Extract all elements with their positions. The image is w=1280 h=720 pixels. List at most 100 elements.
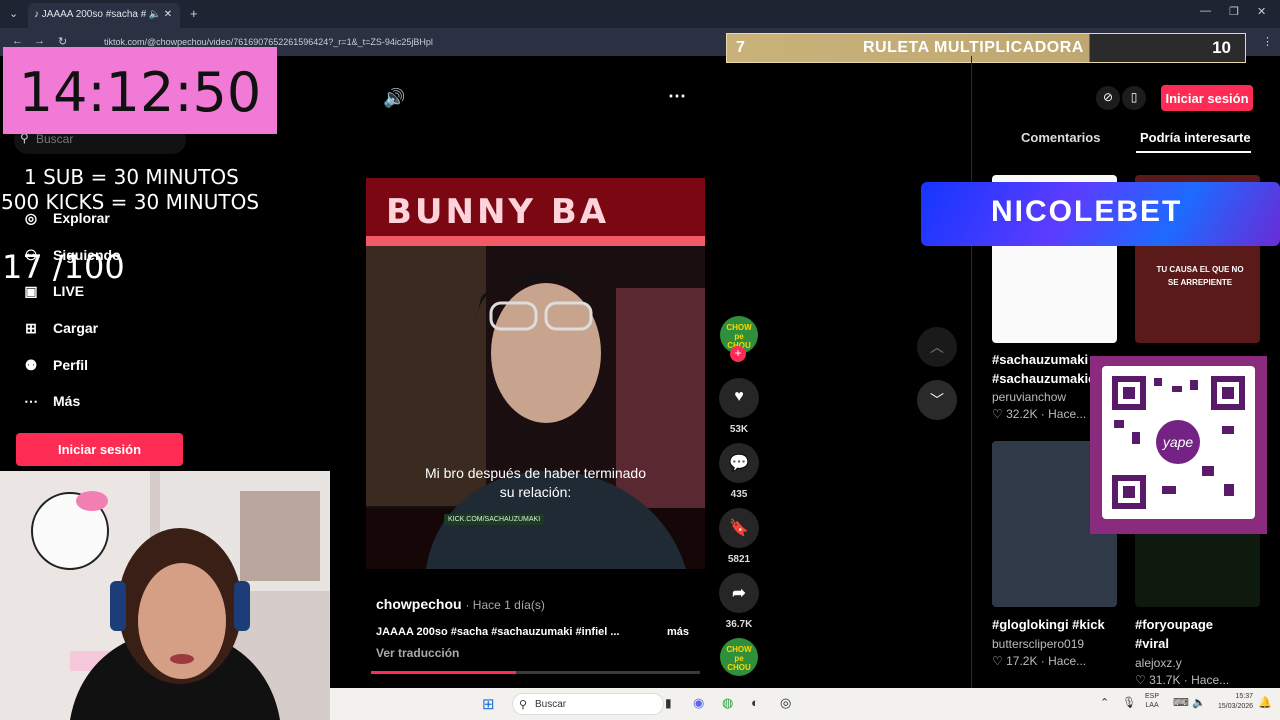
discord-icon[interactable]: ◉ (693, 695, 704, 711)
microphone-icon[interactable]: 🎙 (1122, 696, 1136, 709)
next-video-button[interactable]: ﹀ (917, 380, 957, 420)
video-author[interactable]: chowpechou · Hace 1 día(s) (376, 596, 545, 612)
video-description: JAAAA 200so #sacha #sachauzumaki #infiel… (376, 626, 620, 638)
task-view-icon[interactable]: ▮ (665, 696, 672, 710)
sidebar-item-perfil[interactable]: ⚉ Perfil (22, 357, 222, 381)
language-indicator[interactable]: ESP LAA (1145, 692, 1159, 710)
kick-tag: KICK.COM/SACHAUZUMAKI (444, 514, 545, 525)
sub-rule-text: 1 SUB = 30 MINUTOS (24, 165, 239, 189)
share-action[interactable]: ➦ 36.7K (719, 573, 759, 630)
chrome-icon[interactable]: ◍ (722, 695, 733, 711)
save-count: 5821 (727, 554, 751, 565)
network-icon[interactable]: ⌨ (1173, 696, 1189, 709)
windows-taskbar: ⊞ ⚲ Buscar ▮ ◉ ◍ ◐ ◎ ⌃ 🎙 ESP LAA ⌨ 🔈 15:3… (330, 688, 1280, 720)
windows-start-icon[interactable]: ⊞ (482, 695, 495, 713)
back-icon[interactable]: ← (12, 35, 23, 47)
more-dots-icon: ⋯ (24, 393, 38, 410)
obs-icon[interactable]: ◐ (751, 695, 759, 710)
volume-icon[interactable]: 🔊 (383, 88, 405, 109)
neon-sign: BUNNY BA (386, 192, 610, 232)
card-1-user[interactable]: peruvianchow (992, 390, 1066, 404)
phone-icon[interactable]: ▯ (1122, 86, 1146, 110)
nicolebet-banner: NICOLEBET (921, 182, 1280, 246)
lang-layout: LAA (1145, 702, 1159, 709)
card-3-tag-2[interactable]: #viral (1135, 636, 1169, 651)
save-action[interactable]: 🔖 5821 (719, 508, 759, 565)
card-1-tag-2[interactable]: #sachauzumakic (992, 371, 1095, 386)
browser-tab[interactable]: ♪ JAAAA 200so #sacha #sach 🔈 ✕ (28, 3, 180, 28)
volume-tray-icon[interactable]: 🔈 (1192, 696, 1206, 709)
sidebar-item-cargar[interactable]: ⊞ Cargar (22, 320, 222, 344)
comment-action[interactable]: 💬 435 (719, 443, 759, 500)
login-button[interactable]: Iniciar sesión (16, 433, 183, 466)
tab-title: JAAAA 200so #sacha #sach (41, 9, 146, 20)
card-2-tag[interactable]: #gloglokingi #kick (992, 617, 1105, 632)
share-icon[interactable]: ➦ (719, 573, 759, 613)
author-name[interactable]: chowpechou (376, 596, 462, 612)
active-tab-indicator (1136, 151, 1251, 153)
goal-counter: 17 /100 (2, 248, 125, 286)
video-player[interactable]: BUNNY BA Mi bro después de haber termina… (366, 178, 705, 569)
heart-icon[interactable]: ♥ (719, 378, 759, 418)
steam-icon[interactable]: ◎ (780, 695, 791, 711)
search-placeholder: Buscar (36, 132, 74, 146)
video-options-icon[interactable]: ⋯ (668, 86, 686, 107)
video-progress-bar[interactable] (371, 671, 700, 674)
roulette-right-number: 10 (1212, 38, 1231, 57)
thumb-caption: TU CAUSA EL QUE NO SE ARREPIENTE (1156, 265, 1244, 287)
comment-icon[interactable]: 💬 (719, 443, 759, 483)
card-3-user[interactable]: alejoxz.y (1135, 656, 1182, 670)
compass-icon[interactable]: ⊘ (1096, 86, 1120, 110)
clock-time: 15:37 (1235, 693, 1254, 700)
caption-line-2: su relación: (499, 484, 572, 500)
caption-line-1: Mi bro después de haber terminado (424, 465, 647, 481)
sound-avatar[interactable]: CHOW pe CHOU (720, 638, 758, 676)
new-tab-icon[interactable]: + (190, 6, 198, 21)
tray-chevron-icon[interactable]: ⌃ (1100, 696, 1109, 709)
login-button-header[interactable]: Iniciar sesión (1161, 85, 1253, 111)
card-3-tag[interactable]: #foryoupage (1135, 617, 1213, 632)
close-tab-icon[interactable]: ✕ (164, 9, 172, 20)
card-3-meta: ♡ 31.7K · Hace... (1135, 673, 1230, 687)
video-frame (366, 178, 705, 569)
sidebar-item-label: Perfil (53, 357, 89, 373)
tab-podria-interesarte[interactable]: Podría interesarte (1140, 130, 1251, 145)
kicks-rule-text: 500 KICKS = 30 MINUTOS (1, 190, 260, 214)
previous-video-button[interactable]: ︿ (917, 327, 957, 367)
like-action[interactable]: ♥ 53K (719, 378, 759, 435)
tab-comentarios[interactable]: Comentarios (1021, 130, 1100, 145)
tab-list-icon[interactable]: ⌄ (9, 7, 18, 20)
sidebar-item-live[interactable]: ▣ LIVE (22, 283, 222, 307)
lang-code: ESP (1145, 693, 1160, 700)
card-2-meta: ♡ 17.2K · Hace... (992, 654, 1087, 668)
follow-plus-icon[interactable]: + (730, 346, 746, 362)
maximize-icon[interactable]: ❐ (1229, 5, 1239, 18)
upload-plus-icon: ⊞ (25, 320, 37, 337)
card-1-meta: ♡ 32.2K · Hace... (992, 407, 1087, 421)
translate-link[interactable]: Ver traducción (376, 646, 459, 660)
minimize-icon[interactable]: — (1200, 5, 1211, 17)
webcam-image (0, 471, 330, 720)
mute-tab-icon[interactable]: 🔈 (149, 9, 161, 20)
browser-tab-bar: ⌄ ♪ JAAAA 200so #sacha #sach 🔈 ✕ + — ❐ ✕ (0, 0, 1280, 28)
taskbar-search[interactable]: ⚲ Buscar (512, 693, 664, 715)
close-window-icon[interactable]: ✕ (1257, 5, 1266, 18)
like-count: 53K (729, 424, 749, 435)
browser-menu-icon[interactable]: ⋮ (1262, 35, 1273, 48)
qr-pattern: yape (1112, 376, 1245, 509)
stream-timer: 14:12:50 (3, 47, 277, 134)
clock[interactable]: 15:37 15/03/2026 (1218, 692, 1253, 712)
sidebar-item-label: Más (53, 393, 81, 409)
more-link[interactable]: más (667, 626, 689, 638)
notification-bell-icon[interactable]: 🔔 (1258, 696, 1272, 709)
bookmark-icon[interactable]: 🔖 (719, 508, 759, 548)
clock-date: 15/03/2026 (1218, 703, 1254, 710)
chevron-up-icon: ︿ (930, 339, 944, 355)
comment-count: 435 (730, 489, 748, 500)
share-count: 36.7K (725, 619, 753, 630)
card-2-user[interactable]: buttersclipero019 (992, 637, 1084, 651)
progress-fill (371, 671, 516, 674)
sidebar-item-mas[interactable]: ⋯ Más (22, 393, 222, 417)
card-1-tag[interactable]: #sachauzumaki (992, 352, 1088, 367)
forward-icon[interactable]: → (34, 35, 45, 47)
